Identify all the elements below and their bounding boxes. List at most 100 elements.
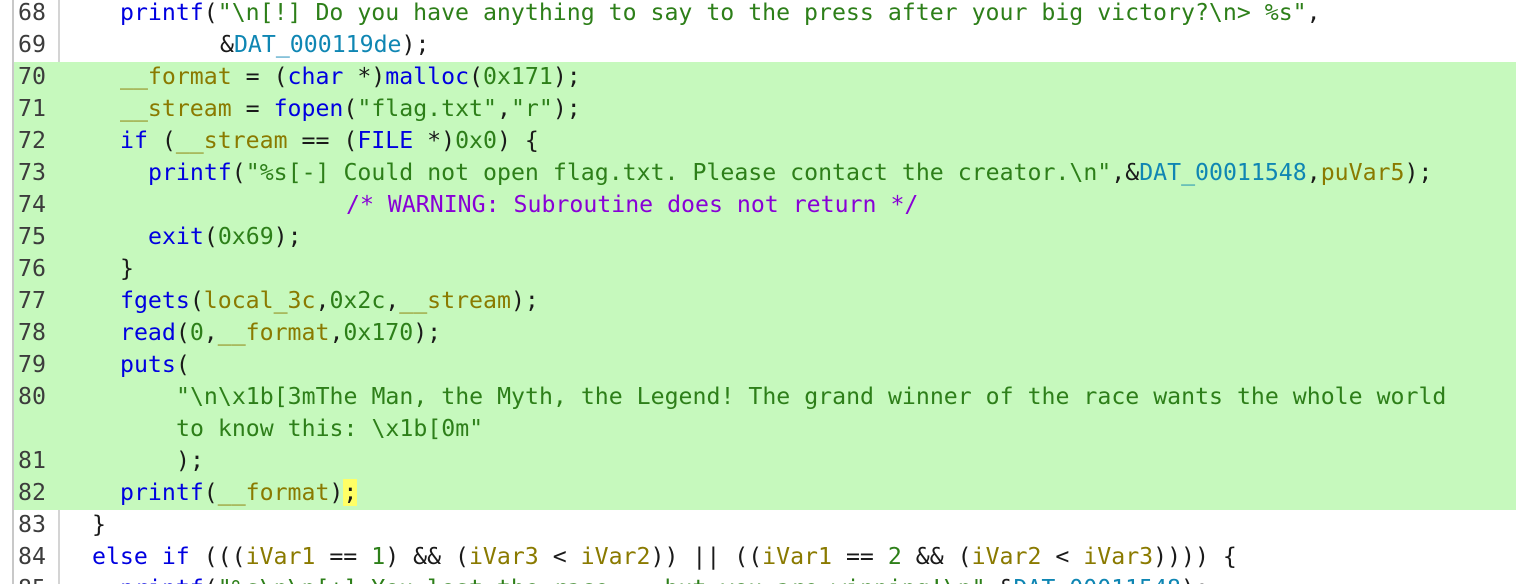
code-token[interactable]: (((: [190, 543, 246, 570]
code-token[interactable]: DAT_00011548: [1013, 575, 1181, 584]
code-token[interactable]: exit: [148, 223, 204, 250]
code-token[interactable]: );: [553, 95, 581, 122]
code-text[interactable]: &DAT_000119de);: [220, 30, 429, 62]
code-token[interactable]: );: [1404, 159, 1432, 186]
code-line[interactable]: 74 /* WARNING: Subroutine does not return…: [14, 190, 1516, 222]
code-text[interactable]: else if (((iVar1 == 1) && (iVar3 < iVar2…: [92, 542, 1237, 574]
code-token[interactable]: (: [148, 127, 176, 154]
code-token[interactable]: /* WARNING: Subroutine does not return *…: [346, 191, 918, 218]
code-text[interactable]: );: [176, 446, 204, 478]
code-text[interactable]: puts(: [120, 350, 190, 382]
code-token[interactable]: "%s[-] Could not open flag.txt. Please c…: [246, 159, 1112, 186]
code-token[interactable]: )))) {: [1153, 543, 1237, 570]
code-token[interactable]: ==: [832, 543, 888, 570]
code-token[interactable]: DAT_000119de: [234, 31, 402, 58]
code-token[interactable]: fopen: [274, 95, 344, 122]
code-token[interactable]: printf: [120, 479, 204, 506]
code-token[interactable]: 0x0: [455, 127, 497, 154]
code-token[interactable]: && (: [902, 543, 972, 570]
code-token[interactable]: "r": [511, 95, 553, 122]
code-line[interactable]: 72 if (__stream == (FILE *)0x0) {: [14, 126, 1516, 158]
code-token[interactable]: iVar2: [581, 543, 651, 570]
code-token[interactable]: iVar2: [972, 543, 1042, 570]
code-line[interactable]: 82 printf(__format);: [14, 478, 1516, 510]
code-token[interactable]: );: [1181, 575, 1209, 584]
code-token[interactable]: "%s\n\n[+] You lost the race... but you …: [218, 575, 986, 584]
code-token[interactable]: 0x170: [343, 319, 413, 346]
code-token[interactable]: printf: [148, 159, 232, 186]
code-token[interactable]: (: [232, 159, 246, 186]
code-token[interactable]: fgets: [120, 287, 190, 314]
code-token[interactable]: [148, 543, 162, 570]
code-token[interactable]: "\n\x1b[3mThe Man, the Myth, the Legend!…: [176, 383, 1446, 410]
code-line[interactable]: 71 __stream = fopen("flag.txt","r");: [14, 94, 1516, 126]
code-token[interactable]: ,: [204, 319, 218, 346]
code-token[interactable]: == (: [288, 127, 357, 154]
code-token[interactable]: iVar1: [246, 543, 316, 570]
code-text[interactable]: read(0,__format,0x170);: [120, 318, 441, 350]
code-token[interactable]: 0: [190, 319, 204, 346]
code-text[interactable]: }: [120, 254, 134, 286]
code-token[interactable]: DAT_00011548: [1139, 159, 1307, 186]
code-token[interactable]: );: [413, 319, 441, 346]
code-token[interactable]: printf: [120, 575, 204, 584]
code-token[interactable]: if: [120, 127, 148, 154]
code-line[interactable]: 80 "\n\x1b[3mThe Man, the Myth, the Legen…: [14, 382, 1516, 414]
code-text[interactable]: printf("%s\n\n[+] You lost the race... b…: [120, 574, 1209, 584]
code-token[interactable]: "flag.txt": [357, 95, 497, 122]
code-token[interactable]: ,: [329, 319, 343, 346]
code-token[interactable]: (: [176, 351, 190, 378]
code-token[interactable]: __stream: [120, 95, 232, 122]
code-token[interactable]: local_3c: [204, 287, 316, 314]
code-line[interactable]: 73 printf("%s[-] Could not open flag.txt.…: [14, 158, 1516, 190]
code-token[interactable]: )) || ((: [650, 543, 762, 570]
code-token[interactable]: <: [1041, 543, 1083, 570]
code-token[interactable]: printf: [120, 0, 204, 26]
code-token[interactable]: ,: [497, 95, 511, 122]
code-token[interactable]: iVar3: [469, 543, 539, 570]
code-token[interactable]: __format: [218, 319, 330, 346]
code-text[interactable]: "\n\x1b[3mThe Man, the Myth, the Legend!…: [176, 382, 1446, 414]
code-text[interactable]: to know this: \x1b[0m": [176, 414, 483, 446]
code-token[interactable]: puVar5: [1321, 159, 1405, 186]
code-line[interactable]: 75 exit(0x69);: [14, 222, 1516, 254]
code-token[interactable]: char: [288, 63, 344, 90]
code-token[interactable]: (: [469, 63, 483, 90]
code-token[interactable]: ,: [1307, 159, 1321, 186]
code-text[interactable]: fgets(local_3c,0x2c,__stream);: [120, 286, 539, 318]
code-token[interactable]: read: [120, 319, 176, 346]
code-token[interactable]: );: [176, 447, 204, 474]
code-token[interactable]: __stream: [176, 127, 288, 154]
code-text[interactable]: __format = (char *)malloc(0x171);: [120, 62, 581, 94]
code-token[interactable]: (: [204, 223, 218, 250]
code-token[interactable]: (: [204, 0, 218, 26]
code-token[interactable]: (: [204, 479, 218, 506]
code-line[interactable]: 68 printf("\n[!] Do you have anything to …: [0, 0, 1516, 30]
code-token[interactable]: =: [232, 95, 274, 122]
code-token[interactable]: <: [539, 543, 581, 570]
code-token[interactable]: (: [343, 95, 357, 122]
code-text[interactable]: printf("\n[!] Do you have anything to sa…: [120, 0, 1321, 30]
code-token[interactable]: ,&: [1111, 159, 1139, 186]
code-token[interactable]: if: [162, 543, 190, 570]
code-token[interactable]: );: [511, 287, 539, 314]
code-line[interactable]: to know this: \x1b[0m": [14, 414, 1516, 446]
code-text[interactable]: if (__stream == (FILE *)0x0) {: [120, 126, 539, 158]
code-token[interactable]: 0x171: [483, 63, 553, 90]
code-text[interactable]: __stream = fopen("flag.txt","r");: [120, 94, 581, 126]
code-token[interactable]: "\n[!] Do you have anything to say to th…: [218, 0, 1307, 26]
code-token[interactable]: (: [204, 575, 218, 584]
code-token[interactable]: __stream: [399, 287, 511, 314]
code-token[interactable]: ): [329, 479, 343, 506]
code-token[interactable]: *): [413, 127, 455, 154]
code-token[interactable]: (: [176, 319, 190, 346]
code-token[interactable]: 2: [888, 543, 902, 570]
code-token[interactable]: );: [553, 63, 581, 90]
code-text[interactable]: exit(0x69);: [148, 222, 302, 254]
code-line[interactable]: 85 printf("%s\n\n[+] You lost the race...…: [0, 574, 1516, 584]
code-line[interactable]: 81);: [14, 446, 1516, 478]
code-line[interactable]: 84 else if (((iVar1 == 1) && (iVar3 < iVa…: [0, 542, 1516, 574]
code-token[interactable]: malloc: [385, 63, 469, 90]
code-line[interactable]: 79 puts(: [14, 350, 1516, 382]
code-token[interactable]: ) && (: [385, 543, 469, 570]
